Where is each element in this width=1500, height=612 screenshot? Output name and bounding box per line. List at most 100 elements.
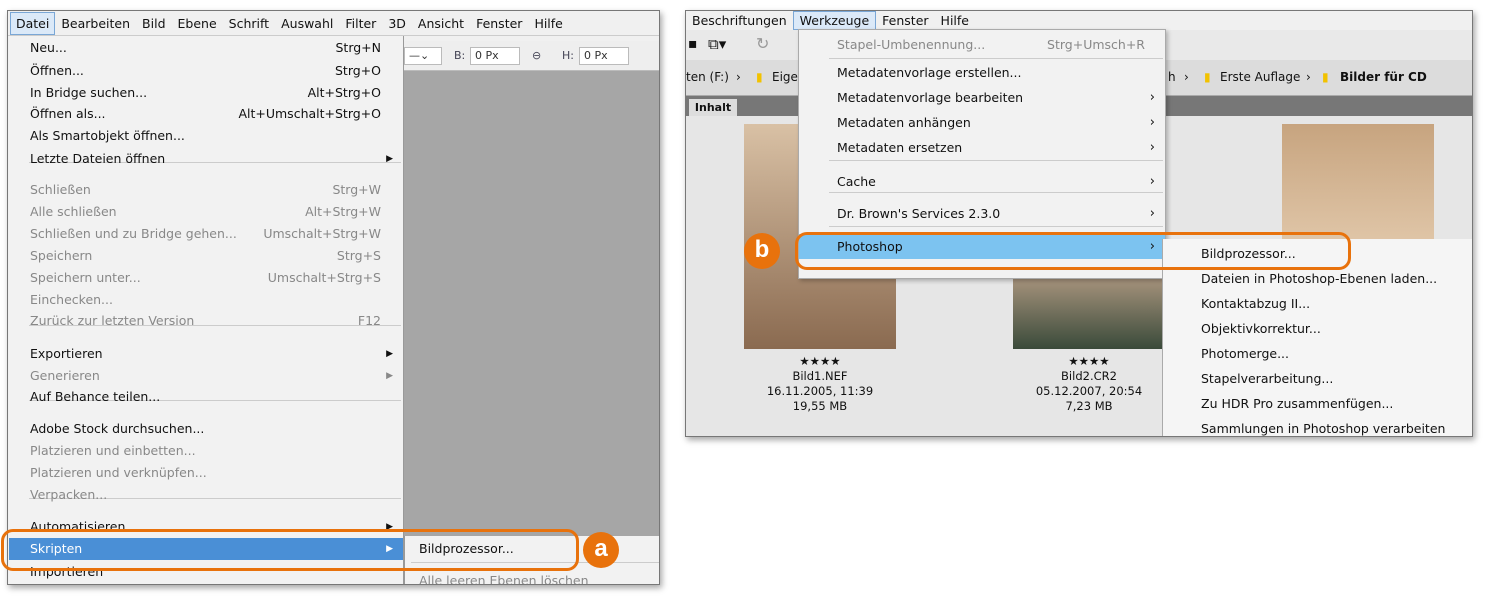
menu-werkzeuge[interactable]: Werkzeuge [792, 11, 877, 30]
menu-item-label: Adobe Stock durchsuchen... [30, 421, 205, 436]
shortcut: Strg+Umsch+R [1047, 37, 1145, 52]
rating-stars: ★★★★ [799, 354, 841, 368]
menu-schrift[interactable]: Schrift [223, 11, 275, 36]
menu-item[interactable]: Platzieren und einbetten... [9, 440, 403, 462]
path-item-current[interactable]: Bilder für CD [1340, 60, 1427, 94]
menu-item[interactable]: Letzte Dateien öffnen ▶ [9, 148, 403, 170]
chevron-right-icon: › [1149, 140, 1155, 155]
path-item[interactable]: Eige [772, 60, 798, 94]
chevron-right-icon: › [1149, 90, 1155, 105]
copy-icon[interactable]: ⧉▾ [708, 35, 726, 53]
menu-separator [829, 226, 1163, 227]
submenu-item[interactable]: Kontaktabzug II... [1163, 291, 1472, 316]
menu-item[interactable]: Adobe Stock durchsuchen... [9, 418, 403, 440]
shortcut: F12 [357, 313, 381, 328]
menu-item-label: Schließen [30, 182, 91, 197]
menu-item[interactable]: Metadatenvorlage erstellen... [799, 60, 1165, 85]
menu-filter[interactable]: Filter [339, 11, 382, 36]
menu-item[interactable]: Auf Behance teilen... [9, 386, 403, 408]
rotate-icon[interactable]: ↻ [756, 34, 769, 53]
menubar: Datei Bearbeiten Bild Ebene Schrift Auswahl Fi… [8, 11, 659, 36]
menu-item[interactable]: Stapel-Umbenennung... Strg+Umsch+R [799, 32, 1165, 57]
menu-separator [829, 58, 1163, 59]
menu-item[interactable]: Cache › [799, 169, 1165, 194]
menu-item[interactable]: Alle schließen Alt+Strg+W [9, 201, 403, 223]
menu-hilfe[interactable]: Hilfe [935, 11, 975, 30]
menu-item[interactable]: Als Smartobjekt öffnen... [9, 125, 403, 147]
width-input[interactable]: 0 Px [470, 47, 520, 65]
menu-separator [829, 160, 1163, 161]
photoshop-window: Datei Bearbeiten Bild Ebene Schrift Auswahl Fi… [7, 10, 660, 585]
menu-item[interactable]: Verpacken... [9, 484, 403, 506]
menu-beschriftungen[interactable]: Beschriftungen [686, 11, 793, 30]
file-menu: Neu... Strg+N Öffnen... Strg+O In Bridge suc… [9, 36, 404, 584]
shortcut: Strg+S [336, 248, 381, 263]
highlight-outline [795, 232, 1351, 270]
chevron-right-icon: › [1149, 174, 1155, 189]
submenu-item[interactable]: Objektivkorrektur... [1163, 316, 1472, 341]
menu-item[interactable]: Metadaten ersetzen › [799, 135, 1165, 160]
bridge-window: Beschriftungen Werkzeuge Fenster Hilfe ▪ ⧉▾… [685, 10, 1473, 437]
menu-datei[interactable]: Datei [10, 11, 56, 35]
menu-item[interactable]: Neu... Strg+N [9, 37, 403, 59]
menu-item[interactable]: Speichern unter... Umschalt+Strg+S [9, 267, 403, 289]
tab-content[interactable]: Inhalt [689, 99, 737, 116]
menu-auswahl[interactable]: Auswahl [275, 11, 339, 36]
submenu-item[interactable]: Photomerge... [1163, 341, 1472, 366]
menu-item[interactable]: Platzieren und verknüpfen... [9, 462, 403, 484]
shortcut: Strg+W [332, 182, 381, 197]
menu-fenster[interactable]: Fenster [470, 11, 528, 36]
thumb-caption: ★★★★ Bild2.CR2 05.12.2007, 20:54 7,23 MB [1013, 354, 1165, 414]
menu-item[interactable]: Generieren ▶ [9, 365, 403, 387]
menu-item-label: Neu... [30, 40, 67, 55]
path-item[interactable]: ten (F:) [686, 60, 729, 94]
link-icon[interactable]: ⊖ [532, 47, 541, 65]
submenu-item-delete-empty-layers[interactable]: Alle leeren Ebenen löschen [405, 570, 659, 584]
stroke-select[interactable]: —⌄ [404, 47, 442, 65]
menu-3d[interactable]: 3D [382, 11, 412, 36]
thumbnail-bild3[interactable] [1282, 124, 1434, 244]
path-item[interactable]: h [1168, 60, 1176, 94]
menu-item-label: In Bridge suchen... [30, 85, 148, 100]
menu-fenster[interactable]: Fenster [876, 11, 934, 30]
menu-item-label: Metadatenvorlage erstellen... [837, 65, 1022, 80]
menu-item-label: Öffnen als... [30, 106, 106, 121]
menu-item[interactable]: Schließen und zu Bridge gehen... Umschalt… [9, 223, 403, 245]
path-item[interactable]: Erste Auflage [1220, 60, 1300, 94]
menu-item[interactable]: Metadatenvorlage bearbeiten › [799, 85, 1165, 110]
shortcut: Alt+Strg+W [305, 204, 381, 219]
menubar: Beschriftungen Werkzeuge Fenster Hilfe [686, 11, 1472, 30]
menu-item[interactable]: Speichern Strg+S [9, 245, 403, 267]
menu-item-label: Alle schließen [30, 204, 117, 219]
height-input[interactable]: 0 Px [579, 47, 629, 65]
shortcut: Umschalt+Strg+W [263, 226, 381, 241]
submenu-item[interactable]: Stapelverarbeitung... [1163, 366, 1472, 391]
thumb-caption: ★★★★ Bild1.NEF 16.11.2005, 11:39 19,55 MB [744, 354, 896, 414]
menu-item-label: Einchecken... [30, 292, 113, 307]
menu-item[interactable]: Öffnen als... Alt+Umschalt+Strg+O [9, 103, 403, 125]
menu-ansicht[interactable]: Ansicht [412, 11, 470, 36]
menu-item[interactable]: Einchecken... [9, 289, 403, 311]
menu-item-label: Verpacken... [30, 487, 108, 502]
menu-ebene[interactable]: Ebene [172, 11, 223, 36]
submenu-item[interactable]: Sammlungen in Photoshop verarbeiten [1163, 416, 1472, 436]
submenu-item[interactable]: Zu HDR Pro zusammenfügen... [1163, 391, 1472, 416]
menu-item[interactable]: In Bridge suchen... Alt+Strg+O [9, 82, 403, 104]
menu-item[interactable]: Dr. Brown's Services 2.3.0 › [799, 201, 1165, 226]
menu-item-label: Stapel-Umbenennung... [837, 37, 986, 52]
menu-item-label: Exportieren [30, 346, 103, 361]
submenu-arrow-icon: ▶ [386, 349, 393, 359]
menu-hilfe[interactable]: Hilfe [528, 11, 568, 36]
menu-bearbeiten[interactable]: Bearbeiten [55, 11, 136, 36]
menu-item[interactable]: Schließen Strg+W [9, 179, 403, 201]
chevron-right-icon: › [1149, 206, 1155, 221]
camera-icon[interactable]: ▪ [688, 36, 698, 52]
menu-item[interactable]: Metadaten anhängen › [799, 110, 1165, 135]
menu-item[interactable]: Zurück zur letzten Version F12 [9, 310, 403, 332]
callout-badge-a: a [583, 532, 619, 568]
menu-bild[interactable]: Bild [136, 11, 171, 36]
menu-item[interactable]: Exportieren ▶ [9, 343, 403, 365]
callout-badge-b: b [744, 233, 780, 269]
rating-stars: ★★★★ [1068, 354, 1110, 368]
menu-item[interactable]: Öffnen... Strg+O [9, 60, 403, 82]
